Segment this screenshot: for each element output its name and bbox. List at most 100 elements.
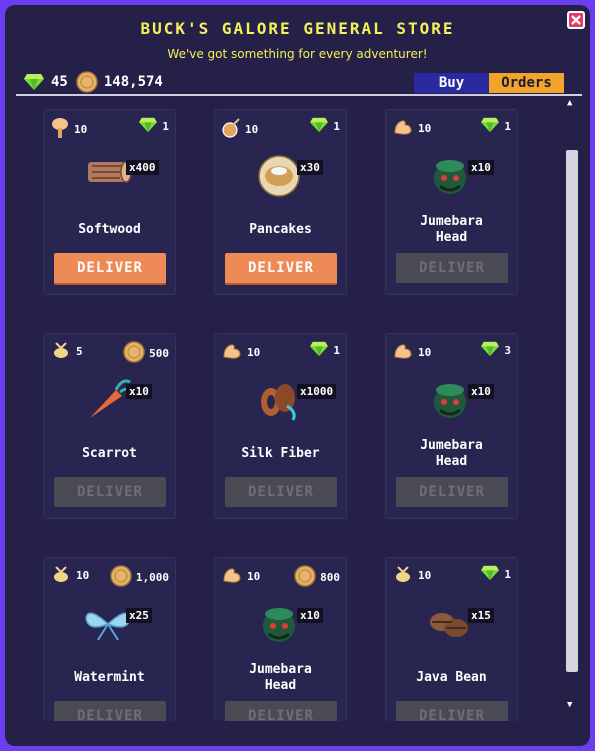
item-name: Watermint [74,670,145,685]
deliver-button[interactable]: DELIVER [225,253,337,285]
divider [16,94,582,96]
item-name: Pancakes [249,222,312,237]
order-card: 5 500 x10 Scarrot DELIVER [43,333,176,519]
item-quantity: x10 [126,384,152,399]
requirement: 5 [50,341,83,362]
requirement-level: 10 [418,122,432,135]
deliver-button[interactable]: DELIVER [396,253,508,283]
order-card: 10 1 x1000 Silk Fiber DELIVER [214,333,347,519]
item-quantity: x10 [468,160,494,175]
reward: 1 [480,565,511,584]
order-card: 10 800 x10 Jumebara Head DELIVER [214,557,347,721]
reward: 1 [480,117,511,136]
deliver-button[interactable]: DELIVER [225,477,337,507]
item-name: Jumebara Head [420,214,483,245]
store-panel: BUCK'S GALORE GENERAL STORE We've got so… [5,5,590,746]
reward: 1,000 [110,565,169,590]
pancake-icon [253,152,305,198]
leaf-icon [82,600,134,646]
deliver-button[interactable]: DELIVER [396,477,508,507]
order-card: 10 1 x15 Java Bean DELIVER [385,557,518,721]
jumebara-icon [253,600,305,646]
coin-icon [294,565,316,590]
reward-amount: 1 [504,568,511,581]
reward-amount: 3 [504,344,511,357]
mushroom-tree-icon [50,117,70,142]
scroll-up-arrow[interactable]: ▲ [567,98,572,108]
store-subtitle: We've got something for every adventurer… [167,47,428,61]
carrot-icon [82,376,134,422]
deliver-button[interactable]: DELIVER [54,477,166,507]
sprout-icon [392,565,414,586]
close-button[interactable] [567,11,585,29]
deliver-button[interactable]: DELIVER [54,253,166,285]
flex-arm-icon [221,341,243,364]
flex-arm-icon [221,565,243,588]
reward-amount: 500 [149,347,169,360]
fishing-icon [221,117,241,142]
requirement: 10 [392,565,431,586]
requirement: 10 [221,565,260,588]
item-quantity: x10 [468,384,494,399]
order-card: 10 1 x400 Softwood DELIVER [43,109,176,295]
gem-icon [138,117,158,136]
store-title: BUCK'S GALORE GENERAL STORE [140,19,455,38]
order-card: 10 3 x10 Jumebara Head DELIVER [385,333,518,519]
sprout-icon [50,341,72,362]
item-quantity: x400 [126,160,159,175]
currency-bar: 45 148,574 [23,71,171,93]
requirement-level: 10 [418,346,432,359]
deliver-button[interactable]: DELIVER [54,701,166,721]
coin-icon [110,565,132,590]
tab-orders[interactable]: Orders [489,73,564,93]
deliver-button[interactable]: DELIVER [225,701,337,721]
coin-count: 148,574 [103,74,163,90]
flex-arm-icon [392,117,414,140]
order-card: 10 1 x10 Jumebara Head DELIVER [385,109,518,295]
requirement: 10 [392,341,431,364]
requirement-level: 5 [76,345,83,358]
order-card: 10 1 x30 Pancakes DELIVER [214,109,347,295]
reward-amount: 1 [504,120,511,133]
item-quantity: x30 [297,160,323,175]
requirement-level: 10 [245,123,259,136]
reward-amount: 1 [162,120,169,133]
requirement-level: 10 [74,123,88,136]
store-tabs: Buy Orders [414,73,564,93]
reward: 1 [309,341,340,360]
reward: 3 [480,341,511,360]
gem-icon [309,117,329,136]
close-icon [571,15,581,25]
item-quantity: x25 [126,608,152,623]
tab-buy[interactable]: Buy [414,73,489,93]
reward: 1 [309,117,340,136]
orders-grid: 10 1 x400 Softwood DELIVER 10 1 x30 Panc… [5,97,560,721]
requirement: 10 [50,565,89,586]
gem-icon [309,341,329,360]
coin-icon [76,71,98,93]
reward-amount: 1 [333,344,340,357]
jumebara-icon [424,152,476,198]
item-quantity: x1000 [297,384,337,399]
item-name: Softwood [78,222,141,237]
deliver-button[interactable]: DELIVER [396,701,508,721]
gem-icon [480,565,500,584]
flex-arm-icon [392,341,414,364]
log-icon [82,152,134,198]
requirement-level: 10 [76,569,90,582]
gem-icon [480,341,500,360]
reward: 800 [294,565,340,590]
item-name: Jumebara Head [249,662,312,693]
jumebara-icon [424,376,476,422]
scrollbar[interactable] [566,150,578,672]
bean-icon [424,600,476,646]
scroll-down-arrow[interactable]: ▼ [567,700,572,710]
order-card: 10 1,000 x25 Watermint DELIVER [43,557,176,721]
item-quantity: x15 [468,608,494,623]
reward-amount: 800 [320,571,340,584]
item-name: Scarrot [82,446,137,461]
item-quantity: x10 [297,608,323,623]
requirement: 10 [392,117,431,140]
reward: 1 [138,117,169,136]
item-name: Silk Fiber [241,446,320,461]
